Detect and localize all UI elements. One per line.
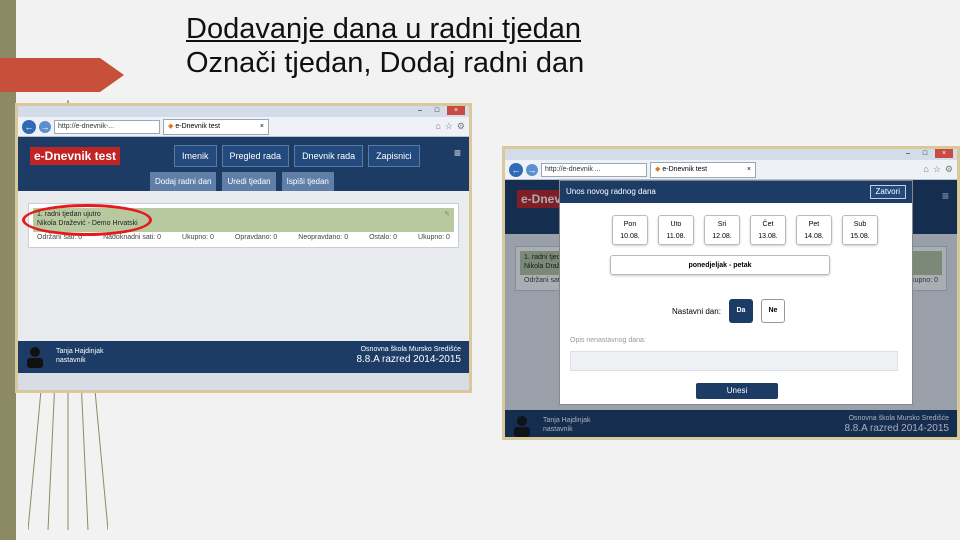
- home-icon[interactable]: ⌂: [923, 164, 928, 175]
- app-footer: Tanja Hajdinjak nastavnik Osnovna škola …: [18, 341, 469, 373]
- user-info: Tanja Hajdinjak nastavnik: [56, 347, 103, 365]
- tab-favicon-icon: ◆: [168, 122, 174, 130]
- menu-dnevnik-rada[interactable]: Dnevnik rada: [294, 145, 364, 167]
- day-button-pet[interactable]: Pet 14.08.: [796, 215, 832, 245]
- minimize-icon[interactable]: –: [901, 149, 915, 158]
- tab-title: e-Dnevnik test: [662, 165, 708, 173]
- day-date: 14.08.: [804, 233, 824, 240]
- modal-header: Unos novog radnog dana Zatvori: [560, 181, 912, 203]
- tab-title: e-Dnevnik test: [175, 122, 221, 130]
- window-titlebar: – □ ×: [18, 106, 469, 117]
- browser-tab[interactable]: ◆ e-Dnevnik test ×: [650, 161, 756, 178]
- day-name: Čet: [762, 221, 774, 228]
- stat-item: Ukupno: 0: [418, 234, 450, 241]
- hamburger-icon[interactable]: ≡: [454, 146, 461, 160]
- window-titlebar: – □ ×: [505, 149, 957, 160]
- menu-zapisnici[interactable]: Zapisnici: [368, 145, 420, 167]
- day-date: 11.08.: [666, 233, 686, 240]
- non-teaching-description-input[interactable]: [570, 351, 898, 371]
- address-bar[interactable]: http://e-dnevnik-...: [54, 119, 160, 134]
- user-name: Tanja Hajdinjak: [56, 348, 104, 355]
- main-menu: Imenik Pregled rada Dnevnik rada Zapisni…: [174, 145, 420, 167]
- day-date: 15.08.: [850, 233, 870, 240]
- day-button-cet[interactable]: Čet 13.08.: [750, 215, 786, 245]
- close-icon[interactable]: ×: [447, 106, 465, 115]
- home-icon[interactable]: ⌂: [435, 121, 440, 132]
- address-row: ← → http://e-dnevnik-... ◆ e-Dnevnik tes…: [18, 117, 469, 137]
- teaching-day-label: Nastavni dan:: [672, 306, 721, 316]
- back-icon[interactable]: ←: [22, 119, 36, 134]
- app-area: e-Dnevnik test Imenik Pregled rada Dnevn…: [18, 137, 469, 373]
- tab-favicon-icon: ◆: [655, 165, 661, 173]
- non-teaching-description-label: Opis nenastavnog dana:: [570, 337, 646, 344]
- avatar-icon: [27, 347, 43, 368]
- maximize-icon[interactable]: □: [430, 106, 444, 115]
- app-brand[interactable]: e-Dnevnik test: [30, 147, 121, 165]
- gear-icon[interactable]: ⚙: [945, 164, 953, 175]
- stat-item: Ukupno: 0: [182, 234, 214, 241]
- forward-icon[interactable]: →: [39, 120, 51, 133]
- add-workday-button[interactable]: Dodaj radni dan: [150, 172, 217, 192]
- day-date: 13.08.: [758, 233, 778, 240]
- minimize-icon[interactable]: –: [413, 106, 427, 115]
- tab-close-icon[interactable]: ×: [260, 120, 264, 134]
- school-info: Osnovna škola Mursko Središće 8.8.A razr…: [356, 345, 461, 365]
- day-name: Sub: [853, 221, 867, 228]
- submit-button[interactable]: Unesi: [696, 383, 778, 399]
- address-row: ← → http://e-dnevnik ... ◆ e-Dnevnik tes…: [505, 160, 957, 180]
- slide-title-line1: Dodavanje dana u radni tjedan: [186, 13, 582, 45]
- day-button-sri[interactable]: Sri 12.08.: [704, 215, 740, 245]
- no-button[interactable]: Ne: [760, 299, 785, 323]
- day-date: 12.08.: [712, 233, 732, 240]
- slide-arrow-decoration: [0, 58, 124, 92]
- pencil-icon[interactable]: ✎: [444, 210, 450, 219]
- back-icon[interactable]: ←: [509, 162, 523, 177]
- slide-title: Dodavanje dana u radni tjedan Označi tje…: [186, 12, 584, 80]
- day-button-uto[interactable]: Uto 11.08.: [658, 215, 694, 245]
- user-role: nastavnik: [56, 357, 86, 364]
- highlight-circle: [22, 204, 152, 236]
- print-week-button[interactable]: Ispiši tjedan: [281, 172, 334, 192]
- screenshot-week-list: – □ × ← → http://e-dnevnik-... ◆ e-Dnevn…: [15, 103, 472, 393]
- screenshot-add-day-modal: – □ × ← → http://e-dnevnik ... ◆ e-Dnevn…: [502, 146, 960, 440]
- menu-imenik[interactable]: Imenik: [174, 145, 217, 167]
- address-bar[interactable]: http://e-dnevnik ...: [541, 162, 647, 177]
- app-header: e-Dnevnik test Imenik Pregled rada Dnevn…: [18, 137, 469, 192]
- day-name: Pon: [623, 221, 637, 228]
- day-name: Pet: [808, 221, 820, 228]
- week-range-button[interactable]: ponedjeljak - petak: [610, 255, 830, 275]
- day-name: Uto: [670, 221, 682, 228]
- add-workday-modal: Unos novog radnog dana Zatvori Pon 10.08.…: [559, 180, 913, 405]
- stat-item: Ostalo: 0: [369, 234, 398, 241]
- star-icon[interactable]: ☆: [445, 121, 453, 132]
- day-button-sub[interactable]: Sub 15.08.: [842, 215, 878, 245]
- yes-button[interactable]: Da: [728, 299, 753, 323]
- day-date: 10.08.: [620, 233, 640, 240]
- stat-item: Opravdano: 0: [234, 234, 278, 241]
- sub-menu: Dodaj radni dan Uredi tjedan Ispiši tjed…: [150, 172, 334, 192]
- stat-item: Neopravdano: 0: [298, 234, 349, 241]
- menu-pregled-rada[interactable]: Pregled rada: [221, 145, 290, 167]
- star-icon[interactable]: ☆: [933, 164, 941, 175]
- forward-icon[interactable]: →: [526, 163, 538, 176]
- day-button-pon[interactable]: Pon 10.08.: [612, 215, 648, 245]
- modal-title: Unos novog radnog dana: [566, 187, 656, 196]
- browser-tab[interactable]: ◆ e-Dnevnik test ×: [163, 118, 269, 135]
- tab-close-icon[interactable]: ×: [747, 163, 751, 177]
- modal-close-button[interactable]: Zatvori: [869, 185, 906, 199]
- close-icon[interactable]: ×: [935, 149, 953, 158]
- stat-item: Nadoknadni sati: 0: [103, 234, 162, 241]
- app-area: e-Dnevnik test ≡ 1. radni tjedan ujutro …: [505, 180, 957, 437]
- edit-week-button[interactable]: Uredi tjedan: [222, 172, 276, 192]
- day-picker: Pon 10.08. Uto 11.08. Sri 12.08. Čet 13.08. …: [560, 203, 912, 245]
- gear-icon[interactable]: ⚙: [457, 121, 465, 132]
- maximize-icon[interactable]: □: [918, 149, 932, 158]
- class-name: 8.8.A razred 2014-2015: [356, 354, 461, 365]
- slide-title-line2: Označi tjedan, Dodaj radni dan: [186, 47, 585, 79]
- teaching-day-row: Nastavni dan: Da Ne: [672, 299, 785, 323]
- day-name: Sri: [717, 221, 727, 228]
